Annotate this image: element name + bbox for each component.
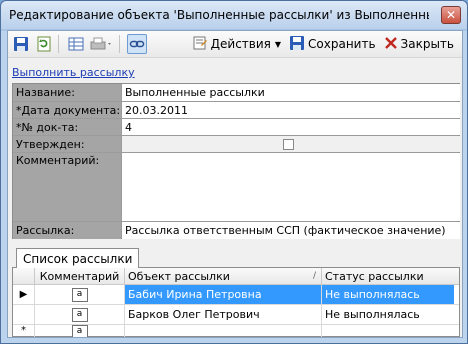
toolbar-separator [119,35,120,53]
comment-field[interactable] [122,153,460,221]
table-row[interactable]: ▶ a Бабич Ирина Петровна Не выполнялась [13,285,459,305]
save-icon[interactable] [11,34,31,54]
comment-cell[interactable]: a [35,325,125,337]
name-field[interactable]: Выполненные рассылки [122,84,460,101]
refresh-icon[interactable] [34,34,54,54]
column-header-status[interactable]: Статус рассылки [322,268,454,284]
number-field[interactable]: 4 [122,119,460,135]
column-header-comment[interactable]: Комментарий [35,268,125,284]
approved-field [122,136,460,152]
actions-label: Действия [210,37,271,51]
column-header-object[interactable]: Объект рассылки / [125,268,322,284]
tab-strip: Список рассылки [12,246,460,269]
link-icon[interactable] [127,34,147,54]
comment-cell[interactable]: a [35,305,125,324]
number-row: *№ док-та: 4 [13,119,460,135]
toolbar-separator [58,35,59,53]
date-field[interactable]: 20.03.2011 [122,102,460,118]
actions-menu-button[interactable]: Действия ▼ [192,35,281,54]
mailing-list-grid: Комментарий Объект рассылки / Статус рас… [12,268,460,337]
save-icon [289,35,308,54]
memo-icon[interactable]: a [71,325,88,337]
window-close-button[interactable]: ✕ [441,6,461,24]
comment-row: Комментарий: [13,153,460,221]
memo-icon[interactable]: a [71,287,88,302]
status-cell[interactable] [322,325,454,337]
number-label: *№ док-та: [13,119,121,135]
approved-label: Утвержден: [13,136,121,152]
object-cell[interactable] [125,325,322,337]
column-header-object-label: Объект рассылки [128,269,230,283]
toolbar: Действия ▼ Сохранить Закрыть [8,31,462,58]
status-cell[interactable]: Не выполнялась [322,285,454,304]
memo-icon[interactable]: a [71,307,88,322]
approved-row: Утвержден: [13,136,460,152]
dialog-client-area: Действия ▼ Сохранить Закрыть Выполнить р… [7,30,463,338]
dialog-window: Редактирование объекта 'Выполненные расс… [0,0,468,344]
save-button[interactable]: Сохранить [289,35,376,54]
sort-indicator-icon: / [312,271,316,281]
date-label: *Дата документа: [13,102,121,118]
window-title: Редактирование объекта 'Выполненные расс… [9,8,429,22]
approved-checkbox[interactable] [283,138,294,150]
grid-header: Комментарий Объект рассылки / Статус рас… [13,268,459,285]
title-bar: Редактирование объекта 'Выполненные расс… [1,1,467,29]
name-label: Название: [13,84,121,101]
row-indicator [13,305,35,324]
table-row[interactable]: a Барков Олег Петрович Не выполнялась [13,305,459,325]
close-label: Закрыть [400,37,454,51]
current-row-indicator-icon: ▶ [13,285,35,304]
new-row[interactable]: * a [13,325,459,337]
actions-icon [192,35,211,54]
object-cell[interactable]: Барков Олег Петрович [125,305,322,324]
mailing-row: Рассылка: Рассылка ответственным ССП (фа… [13,222,460,239]
row-indicator-header [13,268,35,284]
name-row: Название: Выполненные рассылки [13,84,460,101]
comment-cell[interactable]: a [35,285,125,304]
chevron-down-icon: ▼ [274,39,282,49]
object-form: Название: Выполненные рассылки *Дата док… [12,83,460,239]
print-icon[interactable] [89,34,115,54]
table-icon[interactable] [66,34,86,54]
status-cell[interactable]: Не выполнялась [322,305,454,324]
comment-label: Комментарий: [13,153,121,221]
mailing-label: Рассылка: [13,222,121,239]
close-button[interactable]: Закрыть [384,36,454,53]
mailing-field[interactable]: Рассылка ответственным ССП (фактическое … [122,222,460,239]
tab-mailing-list[interactable]: Список рассылки [16,248,140,269]
new-row-indicator-icon: * [13,325,35,337]
close-icon [384,36,401,53]
object-cell[interactable]: Бабич Ирина Петровна [125,285,322,304]
date-row: *Дата документа: 20.03.2011 [13,102,460,118]
save-label: Сохранить [308,37,376,51]
run-mailing-link[interactable]: Выполнить рассылку [12,66,135,79]
